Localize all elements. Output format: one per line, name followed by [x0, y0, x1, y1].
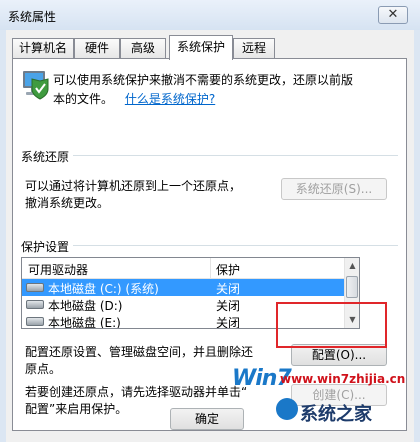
scroll-up-icon[interactable]: ▲	[345, 258, 359, 274]
tab-hardware[interactable]: 硬件	[74, 38, 120, 59]
intro-text: 可以使用系统保护来撤消不需要的系统更改，还原以前版 本的文件。 什么是系统保护?	[53, 71, 398, 107]
hard-disk-icon	[26, 317, 44, 326]
column-separator	[210, 258, 211, 278]
column-header-protection[interactable]: 保护	[216, 261, 240, 278]
protection-status: 关闭	[216, 282, 241, 296]
protection-status: 关闭	[216, 316, 241, 329]
drive-name: 本地磁盘 (E:)	[48, 316, 121, 329]
watermark-url: www.win7zhijia.cn	[280, 372, 406, 386]
drive-name: 本地磁盘 (C:) (系统)	[48, 282, 159, 296]
title-bar: 系统属性 ✕	[0, 0, 420, 30]
tab-advanced[interactable]: 高级	[120, 38, 166, 59]
what-is-system-protection-link[interactable]: 什么是系统保护?	[125, 92, 215, 106]
configure-desc-line1: 配置还原设置、管理磁盘空间，并且删除还	[25, 345, 254, 359]
system-restore-button[interactable]: 系统还原(S)...	[281, 178, 387, 200]
system-restore-desc-line1: 可以通过将计算机还原到上一个还原点，	[25, 179, 242, 193]
system-restore-desc-line2: 撤消系统更改。	[25, 196, 110, 210]
intro-text-line1: 可以使用系统保护来撤消不需要的系统更改，还原以前版	[53, 73, 354, 87]
tab-remote[interactable]: 远程	[233, 38, 275, 59]
intro-text-line2: 本的文件。	[53, 92, 114, 106]
column-header-drives[interactable]: 可用驱动器	[28, 261, 88, 278]
window-title: 系统属性	[8, 10, 57, 24]
protection-status: 关闭	[216, 299, 241, 313]
list-header: 可用驱动器 保护	[22, 258, 344, 279]
group-divider	[21, 155, 398, 156]
watermark-brand: 系统之家	[300, 404, 372, 425]
system-restore-description: 可以通过将计算机还原到上一个还原点， 撤消系统更改。	[25, 177, 265, 211]
list-item[interactable]: 本地磁盘 (C:) (系统) 关闭	[22, 279, 344, 296]
protection-settings-group-label: 保护设置	[21, 238, 74, 255]
highlight-annotation	[276, 302, 387, 348]
tab-computer-name[interactable]: 计算机名	[12, 38, 74, 59]
scroll-thumb[interactable]	[346, 276, 358, 298]
drive-name: 本地磁盘 (D:)	[48, 299, 123, 313]
hard-disk-icon	[26, 283, 44, 292]
ok-button[interactable]: 确定	[170, 408, 244, 430]
hard-disk-icon	[26, 300, 44, 309]
system-restore-group-label: 系统还原	[21, 148, 74, 165]
computer-shield-icon	[21, 67, 51, 101]
group-divider	[21, 245, 398, 246]
tab-system-protection[interactable]: 系统保护	[169, 35, 233, 60]
watermark-badge-icon	[276, 398, 298, 420]
close-button[interactable]: ✕	[378, 6, 408, 24]
